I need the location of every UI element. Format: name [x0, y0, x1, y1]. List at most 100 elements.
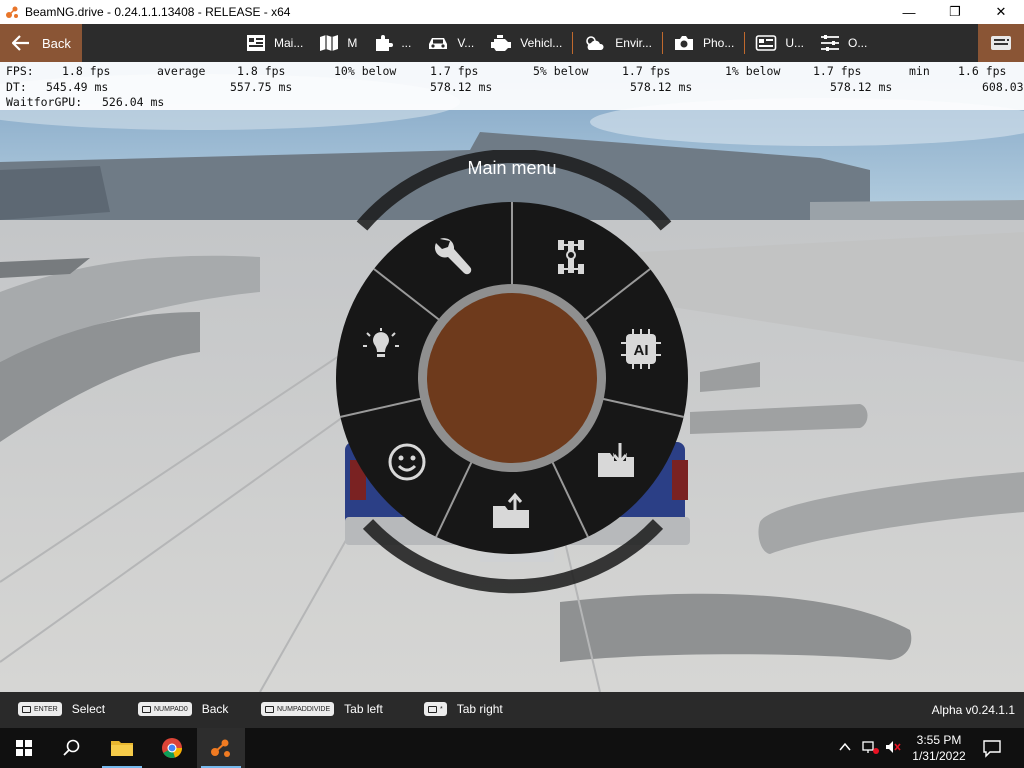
toolbar-item-vehicles-label: V... [457, 36, 475, 50]
toolbar-separator [661, 32, 663, 54]
map-icon [320, 35, 339, 51]
start-button[interactable] [0, 728, 48, 768]
keyboard-key-icon [142, 705, 151, 713]
back-label: Back [42, 35, 71, 51]
radial-main-menu: AI [336, 150, 688, 594]
toolbar-item-mods-label: ... [401, 36, 412, 50]
p5-label: 5% below [533, 64, 589, 78]
car-icon [429, 38, 448, 49]
min-dt-value: 608.03 [982, 80, 1024, 94]
toolbar-item-environment[interactable]: Envir... [575, 24, 660, 62]
menu-center-button[interactable] [427, 293, 597, 463]
game-toolbar: Back Mai... M ... V... Vehicl... Envir..… [0, 24, 1024, 62]
p10-label: 10% below [334, 64, 397, 78]
taskbar-file-explorer[interactable] [98, 728, 146, 768]
keyboard-icon [991, 36, 1011, 50]
hint-back-label: Back [201, 702, 229, 716]
p5-dt-value: 578.12 ms [630, 80, 693, 94]
tray-chevron-icon[interactable] [838, 740, 852, 759]
keyboard-key-icon [22, 705, 31, 713]
beamng-window: BeamNG.drive - 0.24.1.1.13408 - RELEASE … [0, 0, 1024, 768]
svg-text:AI: AI [634, 342, 649, 359]
toolbar-item-options[interactable]: O... [812, 24, 875, 62]
engine-icon [491, 35, 512, 51]
toolbar-item-mods[interactable]: ... [365, 24, 419, 62]
hint-tab-left-label: Tab left [344, 702, 383, 716]
toolbar-separator [744, 32, 746, 54]
windows-logo-icon [16, 740, 32, 756]
numpad0-keycap: NUMPAD0 [138, 702, 192, 716]
fps-label: FPS: [6, 64, 34, 78]
toolbar-item-ui-apps-label: U... [785, 36, 805, 50]
clock-date: 1/31/2022 [912, 749, 966, 763]
average-label: average [157, 64, 206, 78]
toolbar-item-environment-label: Envir... [615, 36, 652, 50]
toolbar-item-photo-mode-label: Pho... [702, 36, 735, 50]
p1-fps-value: 1.7 fps [813, 64, 862, 78]
minimize-button[interactable]: — [886, 0, 932, 24]
hint-back: NUMPAD0 Back [138, 702, 228, 716]
toolbar-item-vehicles[interactable]: V... [419, 24, 482, 62]
toolbar-item-photo-mode[interactable]: Pho... [665, 24, 742, 62]
average-fps-value: 1.8 fps [237, 64, 286, 78]
enter-keycap: ENTER [18, 702, 62, 716]
chrome-icon [162, 738, 182, 758]
folder-icon [111, 741, 133, 756]
beamng-icon [211, 739, 230, 757]
windows-taskbar: 3:55 PM 1/31/2022 [0, 728, 1024, 768]
asterisk-keycap: * [424, 702, 447, 716]
numpaddivide-keycap: NUMPADDIVIDE [261, 702, 335, 716]
toolbar-item-ui-apps[interactable]: U... [747, 24, 812, 62]
radial-menu-title: Main menu [467, 158, 557, 178]
controls-hint-bar: ENTER Select NUMPAD0 Back NUMPADDIVIDE T… [0, 692, 1024, 728]
wait-gpu-label: WaitforGPU: [6, 95, 83, 109]
toolbar-item-main-menu-label: Mai... [274, 36, 304, 50]
toolbar-item-vehicle-config-label: Vehicl... [520, 36, 563, 50]
average-dt-value: 557.75 ms [230, 80, 293, 94]
hint-tab-left: NUMPADDIVIDE Tab left [261, 702, 383, 716]
p10-dt-value: 578.12 ms [430, 80, 493, 94]
clock-time: 3:55 PM [916, 733, 962, 747]
camera-icon [674, 36, 693, 50]
maximize-button[interactable]: ❐ [932, 0, 978, 24]
weather-icon [586, 36, 604, 50]
notification-center-icon[interactable] [982, 738, 1002, 763]
network-icon[interactable] [862, 739, 880, 760]
wait-gpu-value: 526.04 ms [102, 95, 165, 109]
taskbar-chrome[interactable] [148, 728, 196, 768]
ui-toggle-button[interactable] [978, 24, 1024, 62]
ui-apps-icon [756, 35, 777, 51]
taskbar-beamng[interactable] [197, 728, 245, 768]
main-menu-icon [247, 35, 265, 51]
keyboard-key-icon [428, 705, 437, 713]
search-button[interactable] [48, 728, 96, 768]
fps-value: 1.8 fps [62, 64, 111, 78]
toolbar-item-map-label: M [347, 36, 358, 50]
sliders-icon [821, 35, 840, 51]
keyboard-key-icon [265, 705, 274, 713]
fps-overlay: FPS: 1.8 fps average 1.8 fps 10% below 1… [0, 62, 1024, 110]
window-title-bar: BeamNG.drive - 0.24.1.1.13408 - RELEASE … [0, 0, 1024, 24]
dt-value: 545.49 ms [46, 80, 109, 94]
puzzle-icon [376, 35, 394, 51]
p10-fps-value: 1.7 fps [430, 64, 479, 78]
search-icon [63, 739, 80, 756]
toolbar-item-map[interactable]: M [311, 24, 365, 62]
toolbar-item-options-label: O... [848, 36, 868, 50]
arrow-left-icon [12, 35, 29, 51]
min-fps-value: 1.6 fps [958, 64, 1007, 78]
window-title: BeamNG.drive - 0.24.1.1.13408 - RELEASE … [25, 5, 291, 19]
p5-fps-value: 1.7 fps [622, 64, 671, 78]
hint-select-label: Select [71, 702, 106, 716]
hint-tab-right: * Tab right [424, 702, 503, 716]
toolbar-item-vehicle-config[interactable]: Vehicl... [482, 24, 570, 62]
volume-muted-icon[interactable] [884, 739, 902, 760]
p1-dt-value: 578.12 ms [830, 80, 893, 94]
close-button[interactable]: ✕ [978, 0, 1024, 24]
version-label: Alpha v0.24.1.1 [931, 703, 1015, 717]
hint-tab-right-label: Tab right [456, 702, 503, 716]
back-button[interactable]: Back [0, 24, 82, 62]
system-clock[interactable]: 3:55 PM 1/31/2022 [906, 732, 972, 764]
min-label: min [909, 64, 930, 78]
toolbar-item-main-menu[interactable]: Mai... [238, 24, 311, 62]
